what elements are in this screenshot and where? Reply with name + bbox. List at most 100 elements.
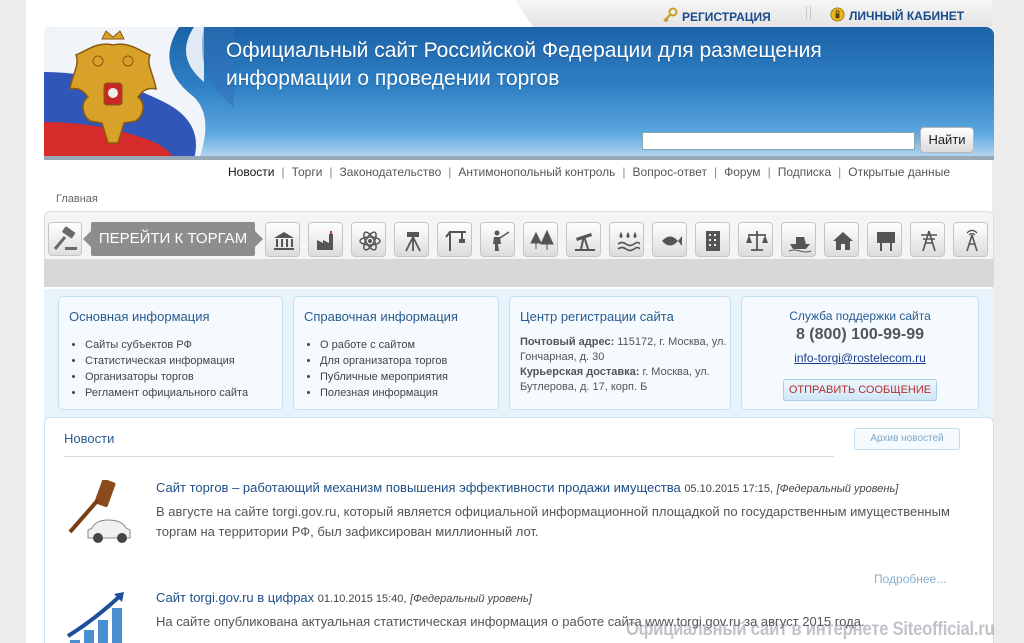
gavel-car-image	[68, 480, 131, 543]
category-radio-tower-button[interactable]	[953, 222, 988, 257]
forest-icon	[530, 229, 554, 250]
news-more-link[interactable]: Подробнее...	[874, 572, 946, 586]
nav-news[interactable]: Новости	[228, 165, 274, 179]
scales-icon	[746, 231, 768, 251]
key-icon	[662, 7, 678, 26]
lock-icon	[830, 7, 845, 25]
category-surveyor-button[interactable]	[394, 222, 429, 257]
nav-subscription[interactable]: Подписка	[778, 165, 831, 179]
info-panel: Основная информация Сайты субъектов РФ С…	[44, 289, 994, 419]
basic-info-box: Основная информация Сайты субъектов РФ С…	[58, 296, 283, 410]
search-button[interactable]: Найти	[920, 127, 974, 153]
courier-address-label: Курьерская доставка:	[520, 366, 640, 378]
category-scales-button[interactable]	[738, 222, 773, 257]
nav-separator: |	[622, 165, 626, 179]
nav-separator: |	[448, 165, 452, 179]
news-body: В августе на сайте torgi.gov.ru, который…	[156, 504, 950, 539]
factory-icon	[317, 231, 333, 250]
crane-icon	[445, 231, 466, 251]
news-headline-row: Сайт торгов – работающий механизм повыше…	[156, 480, 976, 495]
news-headline-row: Сайт torgi.gov.ru в цифрах 01.10.2015 15…	[156, 590, 976, 605]
category-house-button[interactable]	[824, 222, 859, 257]
category-oil-pump-button[interactable]	[566, 222, 601, 257]
category-boat-button[interactable]	[781, 222, 816, 257]
hunter-icon	[493, 230, 510, 251]
reference-info-box: Справочная информация О работе с сайтом …	[293, 296, 499, 410]
category-building-button[interactable]	[695, 222, 730, 257]
news-date: 05.10.2015 17:15,	[684, 483, 774, 495]
category-hunter-button[interactable]	[480, 222, 515, 257]
top-divider	[806, 6, 811, 20]
news-divider	[64, 456, 834, 457]
news-headline-link[interactable]: Сайт torgi.gov.ru в цифрах	[156, 590, 314, 605]
nav-separator: |	[838, 165, 842, 179]
news-date: 01.10.2015 15:40,	[317, 593, 407, 605]
reference-info-link[interactable]: Для организатора торгов	[320, 353, 448, 369]
reference-info-link[interactable]: Полезная информация	[320, 385, 448, 401]
watermark: Официальный сайт в интернете Siteofficia…	[626, 619, 995, 640]
category-atom-button[interactable]	[351, 222, 386, 257]
site-header: Официальный сайт Российской Федерации дл…	[44, 27, 994, 159]
category-bar-shadow	[44, 259, 994, 287]
reference-info-link[interactable]: Публичные мероприятия	[320, 369, 448, 385]
oil-pump-icon	[575, 233, 595, 251]
search-input[interactable]	[642, 132, 915, 150]
main-nav: Новости | Торги | Законодательство | Антимоноп…	[228, 165, 988, 181]
goto-auctions-button[interactable]: Перейти к торгам	[83, 222, 263, 256]
nav-legislation[interactable]: Законодательство	[340, 165, 442, 179]
news-section: Новости Архив новостей Сайт торгов – раб…	[44, 417, 994, 643]
radio-tower-icon	[966, 229, 978, 252]
reference-info-title: Справочная информация	[304, 309, 458, 324]
nav-separator: |	[281, 165, 285, 179]
register-link[interactable]: Регистрация	[662, 7, 771, 26]
gavel-button[interactable]	[48, 222, 82, 256]
breadcrumb[interactable]: Главная	[56, 193, 98, 205]
category-bank-button[interactable]	[265, 222, 300, 257]
news-level: [Федеральный уровень]	[776, 483, 899, 495]
category-water-button[interactable]	[609, 222, 644, 257]
flag-emblem	[44, 27, 234, 159]
nav-faq[interactable]: Вопрос-ответ	[633, 165, 707, 179]
category-power-tower-button[interactable]	[910, 222, 945, 257]
support-title: Служба поддержки сайта	[789, 309, 931, 323]
house-icon	[833, 232, 853, 250]
support-email-link[interactable]: info-torgi@rostelecom.ru	[742, 351, 978, 365]
basic-info-title: Основная информация	[69, 309, 210, 324]
nav-forum[interactable]: Форум	[724, 165, 760, 179]
category-billboard-button[interactable]	[867, 222, 902, 257]
cabinet-label: Личный кабинет	[849, 9, 965, 23]
support-box: Служба поддержки сайта 8 (800) 100-99-99…	[741, 296, 979, 410]
atom-icon	[359, 231, 381, 251]
category-crane-button[interactable]	[437, 222, 472, 257]
basic-info-link[interactable]: Организаторы торгов	[85, 369, 248, 385]
bank-icon	[274, 232, 294, 250]
category-forest-button[interactable]	[523, 222, 558, 257]
news-archive-button[interactable]: Архив новостей	[854, 428, 960, 450]
top-bar: Регистрация Личный кабинет	[544, 0, 992, 27]
registration-center-box: Центр регистрации сайта Почтовый адрес: …	[509, 296, 731, 410]
nav-antimonopoly[interactable]: Антимонопольный контроль	[458, 165, 615, 179]
billboard-icon	[877, 232, 895, 251]
category-fish-button[interactable]	[652, 222, 687, 257]
power-tower-icon	[921, 230, 937, 252]
nav-auctions[interactable]: Торги	[292, 165, 323, 179]
water-icon	[617, 232, 640, 252]
send-message-button[interactable]: Отправить сообщение	[783, 379, 937, 401]
reference-info-link[interactable]: О работе с сайтом	[320, 337, 448, 353]
boat-icon	[788, 237, 812, 253]
site-title: Официальный сайт Российской Федерации дл…	[226, 39, 822, 90]
gavel-icon	[53, 226, 77, 250]
header-bottom-strip	[44, 156, 994, 160]
registration-center-title: Центр регистрации сайта	[520, 309, 674, 324]
basic-info-link[interactable]: Сайты субъектов РФ	[85, 337, 248, 353]
register-label: Регистрация	[682, 10, 771, 24]
category-factory-button[interactable]	[308, 222, 343, 257]
basic-info-link[interactable]: Регламент официального сайта	[85, 385, 248, 401]
news-headline-link[interactable]: Сайт торгов – работающий механизм повыше…	[156, 480, 681, 495]
basic-info-link[interactable]: Статистическая информация	[85, 353, 248, 369]
cabinet-link[interactable]: Личный кабинет	[830, 7, 964, 25]
nav-separator: |	[329, 165, 333, 179]
building-icon	[706, 231, 720, 251]
nav-open-data[interactable]: Открытые данные	[848, 165, 950, 179]
fish-icon	[662, 236, 682, 246]
